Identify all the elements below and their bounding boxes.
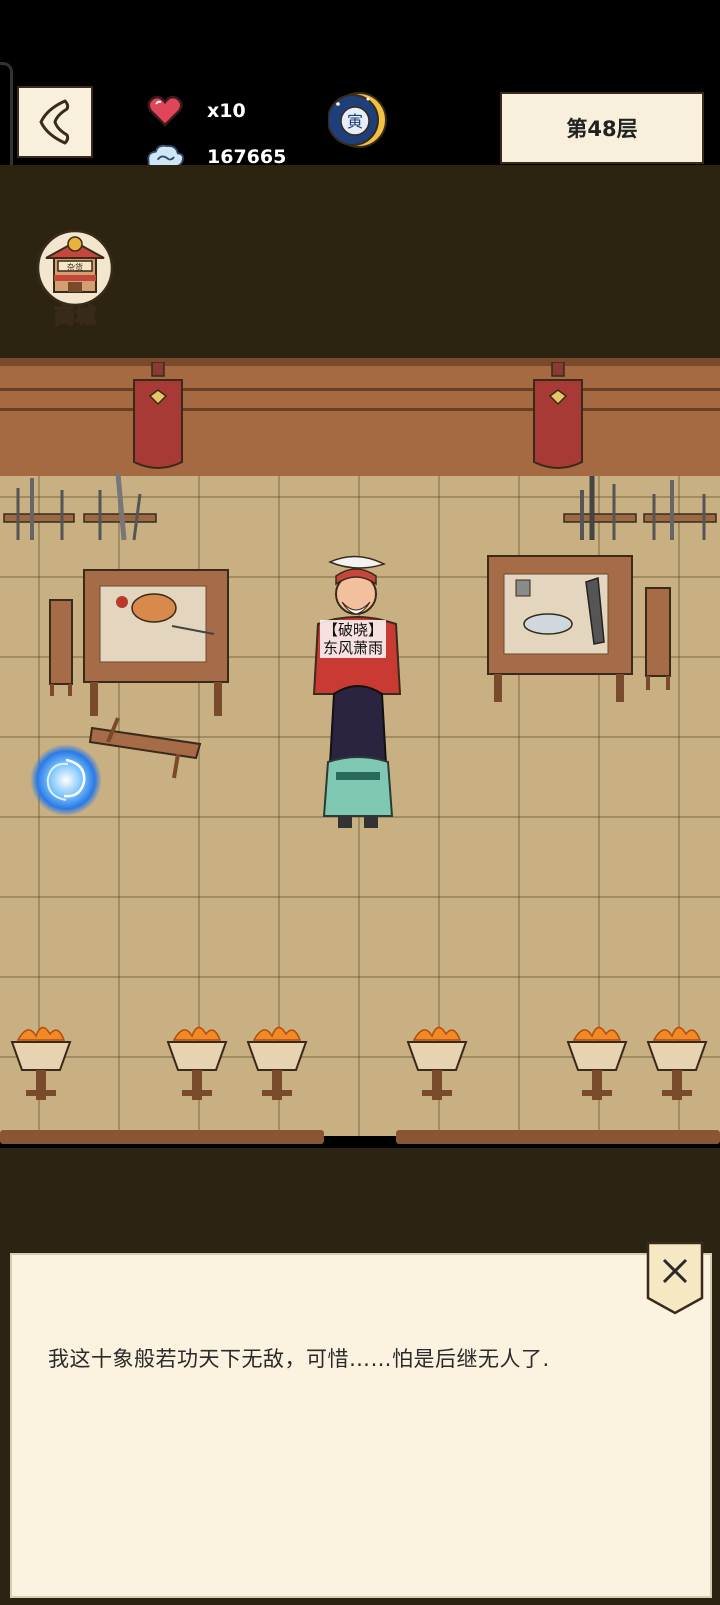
shop-sign-text: 杂货: [67, 262, 83, 272]
table-right: [487, 555, 633, 702]
shop-stall-icon: 杂货: [36, 229, 114, 307]
dialog-close-button[interactable]: [645, 1240, 705, 1316]
bench-left: [49, 599, 73, 696]
heart-icon: [145, 92, 185, 130]
zodiac-tiger-moon-icon[interactable]: 寅: [327, 90, 390, 150]
brazier-6: [646, 1026, 708, 1100]
brazier-4: [406, 1026, 468, 1100]
weapon-rack-right: [563, 476, 717, 540]
table-left: [83, 569, 229, 716]
zodiac-glyph: 寅: [347, 112, 363, 131]
back-arrow-icon: [39, 99, 70, 145]
back-button[interactable]: [17, 86, 93, 158]
npc-title: 【破晓】: [323, 621, 384, 639]
player-character: [322, 685, 394, 828]
dialog-panel: 我这十象般若功天下无敌，可惜……怕是后继无人了.: [10, 1253, 712, 1598]
shop-button[interactable]: 杂货 商城: [34, 228, 116, 329]
floor-edge-left: [0, 1130, 324, 1144]
banner-right: [533, 362, 583, 469]
bench-right: [645, 587, 671, 690]
brazier-1: [10, 1026, 72, 1100]
floor-edge-right: [396, 1130, 720, 1144]
npc-name-tag: 【破晓】 东风萧雨: [320, 620, 387, 658]
weapon-rack-left: [3, 473, 157, 541]
npc-name: 东风萧雨: [323, 639, 384, 657]
close-icon: [646, 1241, 704, 1315]
game-room: 【破晓】 东风萧雨: [0, 358, 720, 1148]
teleport-portal[interactable]: [28, 742, 104, 818]
dialog-text: 我这十象般若功天下无敌，可惜……怕是后继无人了.: [48, 1347, 550, 1371]
brazier-2: [166, 1026, 228, 1100]
banner-left: [133, 362, 183, 469]
hearts-value: x10: [207, 100, 246, 122]
hearts-counter: x10: [145, 92, 246, 130]
brazier-3: [246, 1026, 308, 1100]
floor-level-label: 第48层: [500, 92, 704, 164]
broken-bench: [88, 717, 202, 779]
brazier-5: [566, 1026, 628, 1100]
device-edge: [0, 62, 13, 178]
room-wall: [0, 358, 720, 476]
